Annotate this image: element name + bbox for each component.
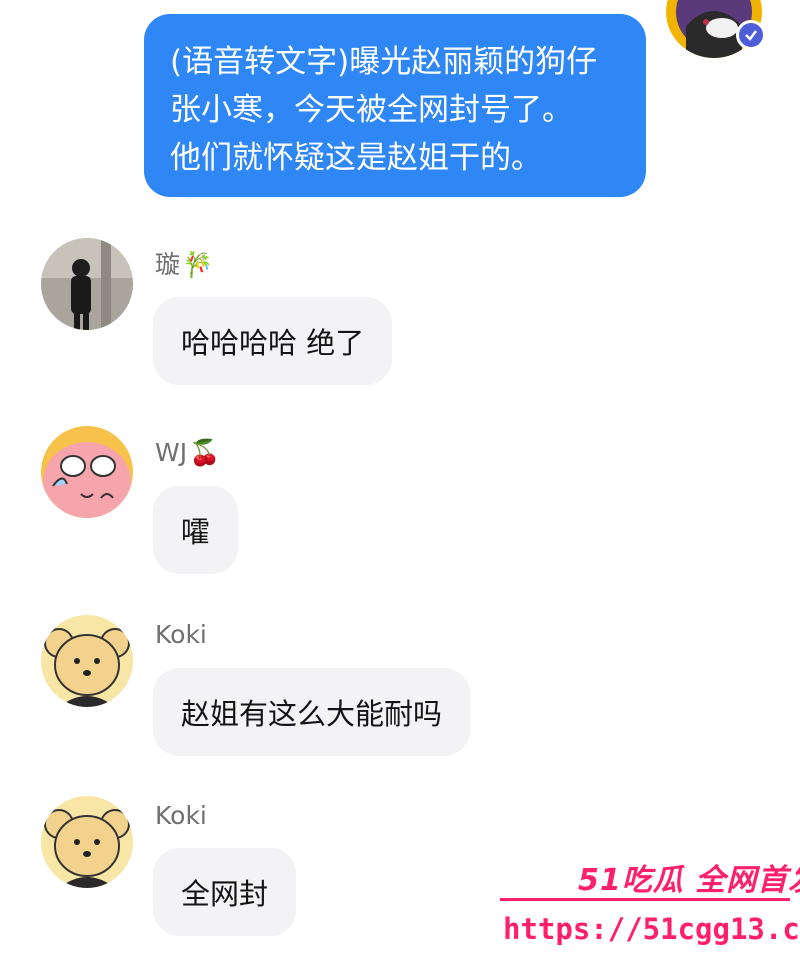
message-text: 嚯 [181, 515, 211, 549]
dog-avatar-image [41, 615, 133, 707]
sender-name: 璇 🎋 [155, 250, 213, 280]
avatar-photo-image [41, 238, 133, 330]
sender-name-text: 璇 [155, 250, 181, 279]
avatar-xuan[interactable] [41, 238, 133, 330]
outgoing-message-line: (语音转文字)曝光赵丽颖的狗仔 [170, 44, 598, 80]
sender-name: WJ 🍒 [155, 438, 220, 468]
sender-name-text: Koki [155, 801, 207, 830]
incoming-message-bubble[interactable]: 赵姐有这么大能耐吗 [153, 668, 471, 756]
outgoing-message-line: 张小寒，今天被全网封号了。 [170, 92, 573, 128]
watermark-url: https://51cgg13.com [503, 912, 800, 946]
outgoing-message-line: 他们就怀疑这是赵姐干的。 [170, 140, 542, 176]
incoming-message-bubble[interactable]: 赵姐有这么大能耐吗 嚯 [153, 486, 239, 574]
avatar-wj[interactable] [41, 426, 133, 518]
cherry-emoji-icon: 🍒 [189, 438, 221, 467]
dog-avatar-image [41, 796, 133, 888]
message-text: 哈哈哈哈 绝了 [181, 326, 365, 360]
incoming-message-bubble[interactable]: 全网封 [153, 848, 297, 936]
outgoing-message-bubble[interactable]: (语音转文字)曝光赵丽颖的狗仔 张小寒，今天被全网封号了。 他们就怀疑这是赵姐干… [144, 14, 646, 197]
message-text: 赵姐有这么大能耐吗 [181, 697, 443, 731]
sender-name: Koki [155, 801, 207, 831]
pig-avatar-image [41, 426, 133, 518]
verified-badge-icon [736, 20, 766, 50]
avatar-koki[interactable] [41, 615, 133, 707]
avatar-koki[interactable] [41, 796, 133, 888]
sender-name-text: WJ [155, 438, 188, 467]
message-text: 全网封 [181, 877, 269, 911]
bamboo-emoji-icon: 🎋 [182, 250, 214, 279]
watermark-brand: 51吃瓜 全网首发 [578, 863, 800, 898]
sender-name-text: Koki [155, 620, 207, 649]
watermark-divider [500, 898, 790, 901]
sender-name: Koki [155, 620, 207, 650]
incoming-message-bubble[interactable]: 哈哈哈哈 绝了 [153, 297, 393, 385]
